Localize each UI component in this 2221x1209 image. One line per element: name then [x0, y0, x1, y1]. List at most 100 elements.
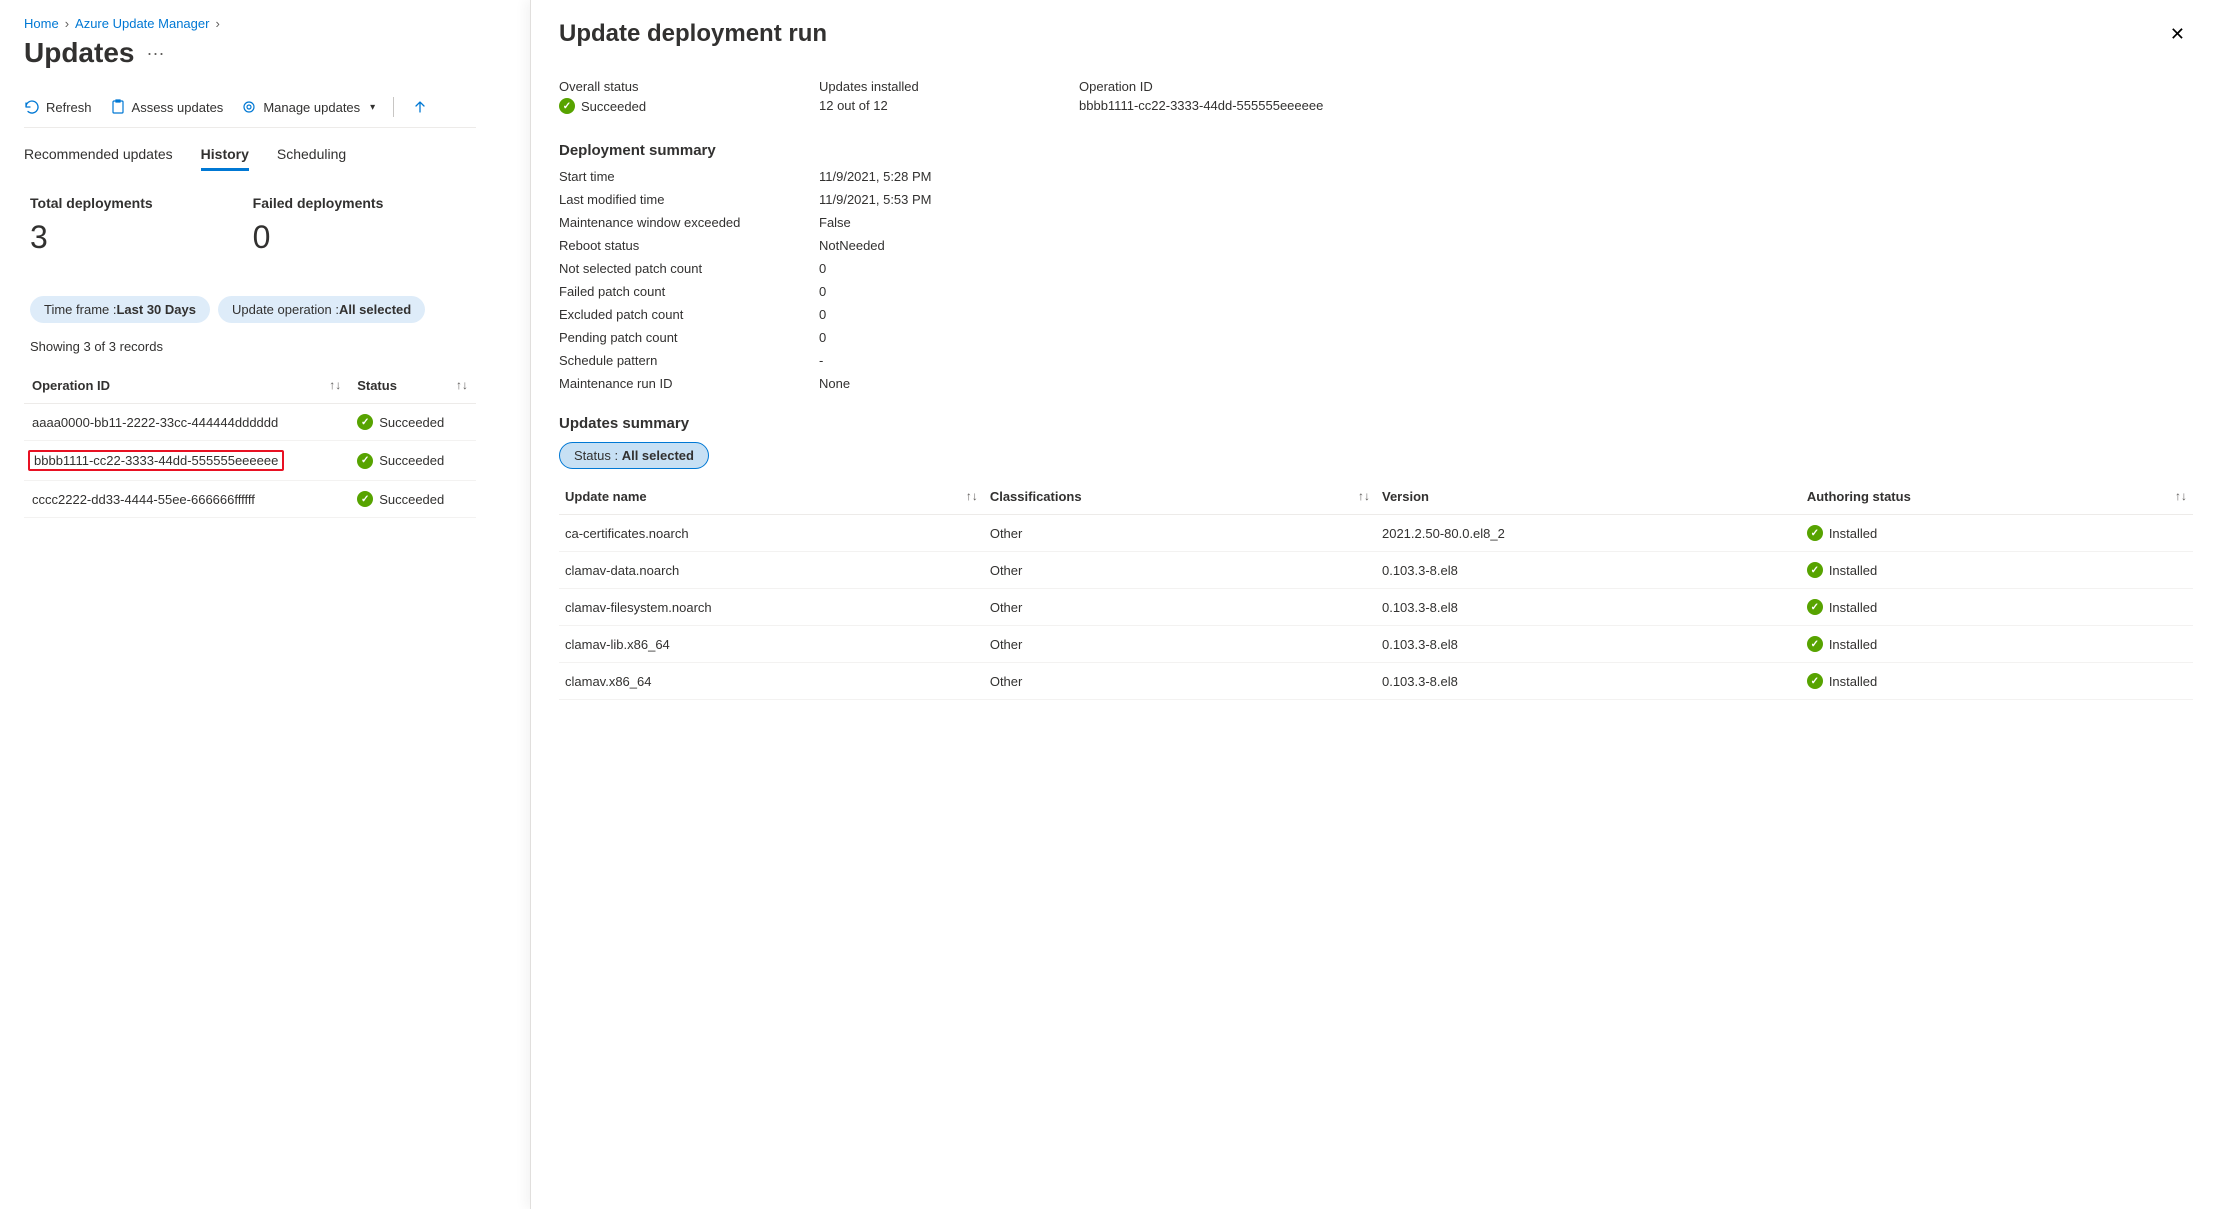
col-status[interactable]: Status↑↓ [349, 368, 476, 404]
panel-title: Update deployment run [559, 20, 827, 48]
version-cell: 0.103.3-8.el8 [1376, 626, 1801, 663]
status-cell: ✓Succeeded [349, 404, 476, 441]
table-row[interactable]: cccc2222-dd33-4444-55ee-666666ffffff✓Suc… [24, 481, 476, 518]
classification-cell: Other [984, 552, 1376, 589]
stat-failed-deployments: Failed deployments 0 [253, 195, 384, 256]
excluded-label: Excluded patch count [559, 307, 819, 322]
check-icon: ✓ [1807, 599, 1823, 615]
breadcrumb: Home › Azure Update Manager › [24, 16, 476, 31]
chevron-right-icon: › [65, 16, 69, 31]
maint-run-value: None [819, 376, 2193, 391]
status-cell: ✓Succeeded [349, 481, 476, 518]
detail-panel: Update deployment run ✕ Overall status ✓… [530, 0, 2221, 1209]
operation-id-cell: aaaa0000-bb11-2222-33cc-444444dddddd [24, 404, 349, 441]
updates-installed-value: 12 out of 12 [819, 98, 999, 113]
table-row[interactable]: clamav-filesystem.noarchOther0.103.3-8.e… [559, 589, 2193, 626]
refresh-icon [24, 99, 40, 115]
chevron-right-icon: › [215, 16, 219, 31]
tab-recommended[interactable]: Recommended updates [24, 146, 173, 171]
version-cell: 0.103.3-8.el8 [1376, 663, 1801, 700]
refresh-button[interactable]: Refresh [24, 99, 92, 115]
operation-id-cell: cccc2222-dd33-4444-55ee-666666ffffff [24, 481, 349, 518]
col-authoring-status[interactable]: Authoring status↑↓ [1801, 479, 2193, 515]
breadcrumb-service[interactable]: Azure Update Manager [75, 16, 209, 31]
history-table: Operation ID↑↓ Status↑↓ aaaa0000-bb11-22… [24, 368, 476, 518]
schedule-value: - [819, 353, 2193, 368]
sort-icon: ↑↓ [456, 378, 468, 392]
assess-updates-button[interactable]: Assess updates [110, 99, 224, 115]
stat-total-label: Total deployments [30, 195, 153, 211]
arrow-up-icon [412, 99, 428, 115]
sort-icon: ↑↓ [2175, 489, 2187, 503]
refresh-label: Refresh [46, 100, 92, 115]
overall-status-label: Overall status [559, 79, 739, 94]
authoring-status-cell: ✓Installed [1801, 552, 2193, 589]
page-title: Updates [24, 37, 134, 69]
toolbar-separator [393, 97, 394, 117]
version-cell: 2021.2.50-80.0.el8_2 [1376, 515, 1801, 552]
updates-installed-label: Updates installed [819, 79, 999, 94]
operation-id-label: Operation ID [1079, 79, 1379, 94]
overall-status-value: Succeeded [581, 99, 646, 114]
upload-button[interactable] [412, 99, 428, 115]
update-name-cell: clamav-filesystem.noarch [559, 589, 984, 626]
updates-status-filter[interactable]: Status : All selected [559, 442, 709, 469]
col-classifications[interactable]: Classifications↑↓ [984, 479, 1376, 515]
authoring-status-cell: ✓Installed [1801, 663, 2193, 700]
col-update-name[interactable]: Update name↑↓ [559, 479, 984, 515]
stat-failed-label: Failed deployments [253, 195, 384, 211]
filter-operation[interactable]: Update operation : All selected [218, 296, 425, 323]
authoring-status-cell: ✓Installed [1801, 515, 2193, 552]
updates-filter-label: Status : [574, 448, 622, 463]
stat-failed-value: 0 [253, 219, 384, 256]
manage-label: Manage updates [263, 100, 360, 115]
failed-patch-value: 0 [819, 284, 2193, 299]
updates-summary-title: Updates summary [559, 415, 2193, 432]
classification-cell: Other [984, 515, 1376, 552]
close-button[interactable]: ✕ [2162, 20, 2193, 49]
filter-operation-value: All selected [339, 302, 411, 317]
more-actions-button[interactable]: ··· [146, 43, 164, 64]
table-row[interactable]: bbbb1111-cc22-3333-44dd-555555eeeeee✓Suc… [24, 441, 476, 481]
last-modified-value: 11/9/2021, 5:53 PM [819, 192, 2193, 207]
manage-updates-button[interactable]: Manage updates ▾ [241, 99, 375, 115]
start-time-label: Start time [559, 169, 819, 184]
col-version[interactable]: Version [1376, 479, 1801, 515]
authoring-status-cell: ✓Installed [1801, 589, 2193, 626]
schedule-label: Schedule pattern [559, 353, 819, 368]
col-operation-id[interactable]: Operation ID↑↓ [24, 368, 349, 404]
classification-cell: Other [984, 626, 1376, 663]
overview-operation-id: Operation ID bbbb1111-cc22-3333-44dd-555… [1079, 79, 1379, 114]
filter-timeframe[interactable]: Time frame : Last 30 Days [30, 296, 210, 323]
clipboard-icon [110, 99, 126, 115]
check-icon: ✓ [1807, 673, 1823, 689]
update-name-cell: clamav-data.noarch [559, 552, 984, 589]
classification-cell: Other [984, 589, 1376, 626]
start-time-value: 11/9/2021, 5:28 PM [819, 169, 2193, 184]
deployment-summary-title: Deployment summary [559, 142, 2193, 159]
gear-icon [241, 99, 257, 115]
check-icon: ✓ [357, 453, 373, 469]
operation-id-value: bbbb1111-cc22-3333-44dd-555555eeeeee [1079, 98, 1379, 113]
overview-updates-installed: Updates installed 12 out of 12 [819, 79, 999, 114]
check-icon: ✓ [1807, 636, 1823, 652]
table-row[interactable]: clamav.x86_64Other0.103.3-8.el8✓Installe… [559, 663, 2193, 700]
tab-scheduling[interactable]: Scheduling [277, 146, 346, 171]
table-row[interactable]: clamav-lib.x86_64Other0.103.3-8.el8✓Inst… [559, 626, 2193, 663]
records-count: Showing 3 of 3 records [24, 339, 476, 354]
toolbar: Refresh Assess updates Manage updates ▾ [24, 97, 476, 128]
tab-history[interactable]: History [201, 146, 249, 171]
updates-table: Update name↑↓ Classifications↑↓ Version … [559, 479, 2193, 700]
classification-cell: Other [984, 663, 1376, 700]
last-modified-label: Last modified time [559, 192, 819, 207]
status-cell: ✓Succeeded [349, 441, 476, 481]
table-row[interactable]: aaaa0000-bb11-2222-33cc-444444dddddd✓Suc… [24, 404, 476, 441]
breadcrumb-home[interactable]: Home [24, 16, 59, 31]
table-row[interactable]: clamav-data.noarchOther0.103.3-8.el8✓Ins… [559, 552, 2193, 589]
sort-icon: ↑↓ [329, 378, 341, 392]
table-row[interactable]: ca-certificates.noarchOther2021.2.50-80.… [559, 515, 2193, 552]
operation-id-cell: bbbb1111-cc22-3333-44dd-555555eeeeee [24, 441, 349, 481]
pending-label: Pending patch count [559, 330, 819, 345]
not-selected-label: Not selected patch count [559, 261, 819, 276]
filter-timeframe-value: Last 30 Days [116, 302, 196, 317]
